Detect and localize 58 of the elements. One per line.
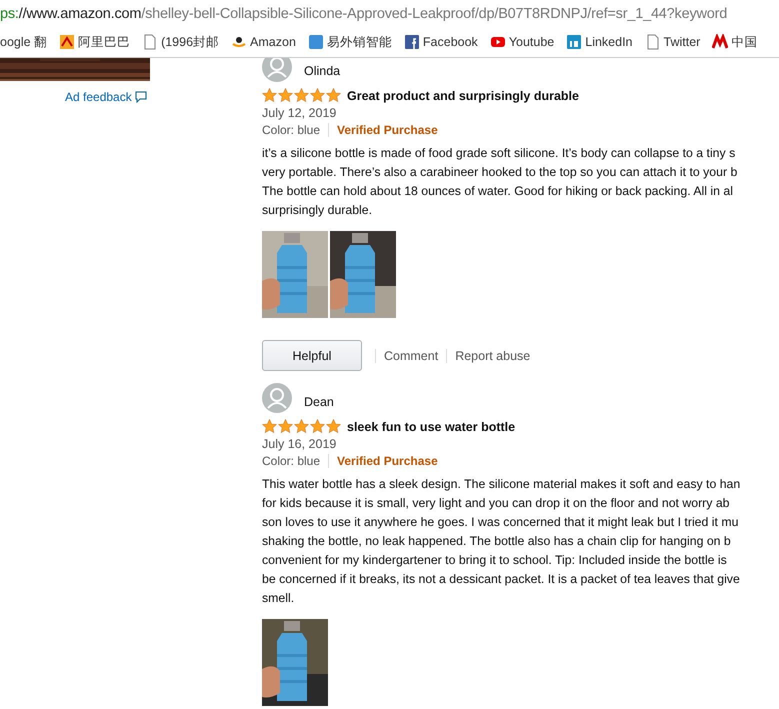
star-icon bbox=[262, 88, 277, 103]
bookmark[interactable]: Twitter bbox=[644, 34, 700, 50]
square-icon bbox=[566, 34, 582, 50]
helpful-button[interactable]: Helpful bbox=[262, 340, 362, 371]
star-icon bbox=[278, 88, 293, 103]
star-icon bbox=[294, 419, 309, 434]
review-text-line: surprisingly durable. bbox=[262, 202, 374, 219]
star-icon bbox=[310, 419, 325, 434]
page-icon bbox=[142, 34, 158, 50]
image-icon bbox=[59, 34, 76, 50]
square-icon bbox=[308, 34, 324, 50]
bookmark[interactable]: 中国 bbox=[712, 34, 758, 50]
review-text-line: smell. bbox=[262, 590, 296, 607]
color-variant[interactable]: Color: blue bbox=[262, 454, 330, 468]
review-date: July 12, 2019 bbox=[262, 106, 338, 120]
smile-icon bbox=[231, 34, 248, 50]
review-text-line: for kids because it is small, very light and you can drop it on the floor and not worry ab bbox=[262, 495, 731, 512]
avatar-icon bbox=[262, 58, 292, 82]
page-icon bbox=[644, 34, 661, 50]
address-text[interactable]: ps://www.amazon.com/shelley-bell-Collapsible-Silicone-Approved-Leakproof/dp/B07T8RDNPJ/ref=sr_1_44?keyword bbox=[0, 6, 728, 22]
review-text-line: shaking the bottle, no leak happened. The bottle also has a chain clip for hanging on b bbox=[262, 533, 732, 550]
verified-purchase-label: Verified Purchase bbox=[336, 454, 438, 468]
bookmark[interactable]: LinkedIn bbox=[566, 34, 633, 50]
review-text-line: be concerned if it breaks, its not a dessicant packet. It is a packet of tea leaves that give bbox=[262, 571, 741, 588]
ad-feedback-link[interactable]: Ad feedback bbox=[65, 90, 147, 104]
review-text-line: The bottle can hold about 18 ounces of water. Good for hiking or back packing. All in al bbox=[262, 183, 734, 200]
star-icon bbox=[310, 88, 325, 103]
review-title[interactable]: Great product and surprisingly durable bbox=[347, 88, 579, 102]
bookmark[interactable]: 阿里巴巴 bbox=[59, 34, 130, 50]
review-date: July 16, 2019 bbox=[262, 437, 338, 451]
speech-bubble-icon bbox=[134, 91, 147, 103]
square-icon bbox=[404, 34, 420, 50]
star-icon bbox=[262, 419, 277, 434]
star-icon bbox=[294, 88, 309, 103]
verified-purchase-label: Verified Purchase bbox=[336, 123, 438, 137]
bookmark[interactable]: Facebook bbox=[404, 34, 478, 50]
report-abuse-link[interactable]: Report abuse bbox=[446, 348, 538, 362]
color-variant[interactable]: Color: blue bbox=[262, 123, 330, 137]
bookmark[interactable]: (1996封邮 bbox=[142, 34, 220, 50]
reviewer-name[interactable]: Olinda bbox=[304, 58, 340, 78]
review-text-line: son loves to use it anywhere he goes. I was concerned that it might leak but I tried it mu bbox=[262, 514, 740, 531]
zigzag-icon bbox=[712, 34, 728, 50]
review-text-line: convenient for my kindergartener to bring it to school. Tip: Included inside the bottle is bbox=[262, 552, 728, 569]
comment-link[interactable]: Comment bbox=[375, 348, 446, 362]
bookmark[interactable]: Amazon bbox=[231, 34, 296, 50]
bookmark[interactable]: Youtube bbox=[490, 34, 554, 50]
review-text-line: very portable. There’s also a carabineer hooked to the top so you can attach it to your b bbox=[262, 164, 738, 181]
review-text-line: This water bottle has a sleek design. The silicone material makes it soft and easy to han bbox=[262, 476, 742, 493]
avatar-icon bbox=[262, 383, 292, 413]
review-title[interactable]: sleek fun to use water bottle bbox=[347, 420, 516, 434]
star-icon bbox=[326, 88, 341, 103]
bookmark[interactable]: oogle 翻 bbox=[0, 34, 48, 50]
play-icon bbox=[490, 34, 506, 50]
star-icon bbox=[278, 419, 293, 434]
star-icon bbox=[326, 419, 341, 434]
bookmark[interactable]: 易外销智能 bbox=[308, 34, 392, 50]
reviewer-name[interactable]: Dean bbox=[304, 387, 334, 409]
review-text-line: it’s a silicone bottle is made of food grade soft silicone. It’s body can collapse to a tiny s bbox=[262, 145, 736, 162]
